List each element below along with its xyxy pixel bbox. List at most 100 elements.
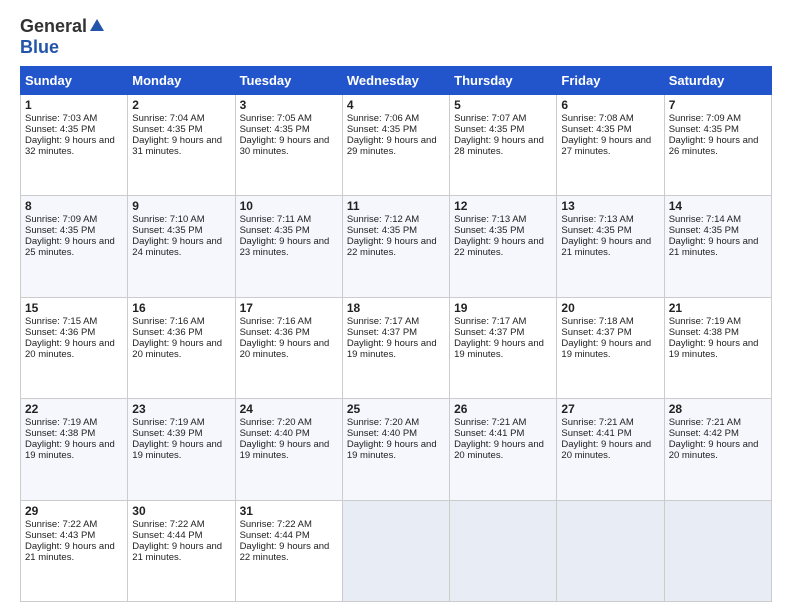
- daylight-label: Daylight: 9 hours and 25 minutes.: [25, 236, 115, 258]
- calendar-cell: 7Sunrise: 7:09 AMSunset: 4:35 PMDaylight…: [664, 95, 771, 196]
- daylight-label: Daylight: 9 hours and 19 minutes.: [25, 439, 115, 461]
- logo-icon: [88, 17, 106, 35]
- daylight-label: Daylight: 9 hours and 20 minutes.: [240, 338, 330, 360]
- calendar-cell: 18Sunrise: 7:17 AMSunset: 4:37 PMDayligh…: [342, 297, 449, 398]
- day-number: 12: [454, 199, 552, 213]
- week-row-1: 1Sunrise: 7:03 AMSunset: 4:35 PMDaylight…: [21, 95, 772, 196]
- day-number: 22: [25, 402, 123, 416]
- daylight-label: Daylight: 9 hours and 19 minutes.: [454, 338, 544, 360]
- sunset-label: Sunset: 4:37 PM: [561, 327, 631, 338]
- sunrise-label: Sunrise: 7:13 AM: [454, 214, 526, 225]
- calendar-cell: 15Sunrise: 7:15 AMSunset: 4:36 PMDayligh…: [21, 297, 128, 398]
- calendar-cell: 31Sunrise: 7:22 AMSunset: 4:44 PMDayligh…: [235, 500, 342, 601]
- day-number: 17: [240, 301, 338, 315]
- day-number: 10: [240, 199, 338, 213]
- sunset-label: Sunset: 4:36 PM: [132, 327, 202, 338]
- sunset-label: Sunset: 4:35 PM: [240, 225, 310, 236]
- sunset-label: Sunset: 4:35 PM: [454, 225, 524, 236]
- daylight-label: Daylight: 9 hours and 30 minutes.: [240, 135, 330, 157]
- sunrise-label: Sunrise: 7:21 AM: [454, 417, 526, 428]
- sunset-label: Sunset: 4:38 PM: [669, 327, 739, 338]
- day-number: 5: [454, 98, 552, 112]
- daylight-label: Daylight: 9 hours and 21 minutes.: [132, 541, 222, 563]
- daylight-label: Daylight: 9 hours and 28 minutes.: [454, 135, 544, 157]
- sunrise-label: Sunrise: 7:19 AM: [669, 316, 741, 327]
- day-number: 31: [240, 504, 338, 518]
- sunset-label: Sunset: 4:35 PM: [669, 124, 739, 135]
- daylight-label: Daylight: 9 hours and 19 minutes.: [347, 338, 437, 360]
- week-row-4: 22Sunrise: 7:19 AMSunset: 4:38 PMDayligh…: [21, 399, 772, 500]
- day-number: 24: [240, 402, 338, 416]
- daylight-label: Daylight: 9 hours and 21 minutes.: [669, 236, 759, 258]
- daylight-label: Daylight: 9 hours and 22 minutes.: [240, 541, 330, 563]
- daylight-label: Daylight: 9 hours and 29 minutes.: [347, 135, 437, 157]
- calendar-cell: 25Sunrise: 7:20 AMSunset: 4:40 PMDayligh…: [342, 399, 449, 500]
- sunrise-label: Sunrise: 7:08 AM: [561, 113, 633, 124]
- day-header-tuesday: Tuesday: [235, 67, 342, 95]
- daylight-label: Daylight: 9 hours and 23 minutes.: [240, 236, 330, 258]
- sunrise-label: Sunrise: 7:03 AM: [25, 113, 97, 124]
- daylight-label: Daylight: 9 hours and 21 minutes.: [561, 236, 651, 258]
- calendar-cell: 12Sunrise: 7:13 AMSunset: 4:35 PMDayligh…: [450, 196, 557, 297]
- daylight-label: Daylight: 9 hours and 19 minutes.: [240, 439, 330, 461]
- sunset-label: Sunset: 4:41 PM: [454, 428, 524, 439]
- sunrise-label: Sunrise: 7:19 AM: [132, 417, 204, 428]
- sunset-label: Sunset: 4:36 PM: [240, 327, 310, 338]
- calendar-cell: 1Sunrise: 7:03 AMSunset: 4:35 PMDaylight…: [21, 95, 128, 196]
- sunset-label: Sunset: 4:35 PM: [561, 124, 631, 135]
- day-number: 2: [132, 98, 230, 112]
- logo-general: General: [20, 16, 87, 37]
- sunset-label: Sunset: 4:35 PM: [347, 124, 417, 135]
- calendar-cell: 27Sunrise: 7:21 AMSunset: 4:41 PMDayligh…: [557, 399, 664, 500]
- day-number: 8: [25, 199, 123, 213]
- calendar-cell: 14Sunrise: 7:14 AMSunset: 4:35 PMDayligh…: [664, 196, 771, 297]
- week-row-5: 29Sunrise: 7:22 AMSunset: 4:43 PMDayligh…: [21, 500, 772, 601]
- daylight-label: Daylight: 9 hours and 20 minutes.: [132, 338, 222, 360]
- sunrise-label: Sunrise: 7:21 AM: [669, 417, 741, 428]
- daylight-label: Daylight: 9 hours and 19 minutes.: [132, 439, 222, 461]
- sunrise-label: Sunrise: 7:09 AM: [25, 214, 97, 225]
- calendar-cell: 24Sunrise: 7:20 AMSunset: 4:40 PMDayligh…: [235, 399, 342, 500]
- calendar-cell: 2Sunrise: 7:04 AMSunset: 4:35 PMDaylight…: [128, 95, 235, 196]
- daylight-label: Daylight: 9 hours and 19 minutes.: [561, 338, 651, 360]
- sunset-label: Sunset: 4:35 PM: [132, 124, 202, 135]
- day-number: 23: [132, 402, 230, 416]
- day-number: 1: [25, 98, 123, 112]
- calendar-cell: 10Sunrise: 7:11 AMSunset: 4:35 PMDayligh…: [235, 196, 342, 297]
- sunrise-label: Sunrise: 7:18 AM: [561, 316, 633, 327]
- calendar-cell: 21Sunrise: 7:19 AMSunset: 4:38 PMDayligh…: [664, 297, 771, 398]
- day-number: 25: [347, 402, 445, 416]
- day-header-monday: Monday: [128, 67, 235, 95]
- day-number: 21: [669, 301, 767, 315]
- sunset-label: Sunset: 4:44 PM: [240, 530, 310, 541]
- sunset-label: Sunset: 4:35 PM: [132, 225, 202, 236]
- calendar-cell: 9Sunrise: 7:10 AMSunset: 4:35 PMDaylight…: [128, 196, 235, 297]
- calendar-cell: 26Sunrise: 7:21 AMSunset: 4:41 PMDayligh…: [450, 399, 557, 500]
- calendar-cell: 17Sunrise: 7:16 AMSunset: 4:36 PMDayligh…: [235, 297, 342, 398]
- day-number: 7: [669, 98, 767, 112]
- daylight-label: Daylight: 9 hours and 19 minutes.: [347, 439, 437, 461]
- calendar-cell: 20Sunrise: 7:18 AMSunset: 4:37 PMDayligh…: [557, 297, 664, 398]
- sunrise-label: Sunrise: 7:12 AM: [347, 214, 419, 225]
- sunrise-label: Sunrise: 7:20 AM: [240, 417, 312, 428]
- calendar-cell: 30Sunrise: 7:22 AMSunset: 4:44 PMDayligh…: [128, 500, 235, 601]
- calendar-cell: 13Sunrise: 7:13 AMSunset: 4:35 PMDayligh…: [557, 196, 664, 297]
- sunset-label: Sunset: 4:37 PM: [347, 327, 417, 338]
- sunrise-label: Sunrise: 7:04 AM: [132, 113, 204, 124]
- day-number: 11: [347, 199, 445, 213]
- sunrise-label: Sunrise: 7:22 AM: [25, 519, 97, 530]
- calendar-cell: 5Sunrise: 7:07 AMSunset: 4:35 PMDaylight…: [450, 95, 557, 196]
- day-number: 20: [561, 301, 659, 315]
- sunrise-label: Sunrise: 7:13 AM: [561, 214, 633, 225]
- day-number: 30: [132, 504, 230, 518]
- daylight-label: Daylight: 9 hours and 20 minutes.: [25, 338, 115, 360]
- calendar-cell: 6Sunrise: 7:08 AMSunset: 4:35 PMDaylight…: [557, 95, 664, 196]
- calendar-cell: 29Sunrise: 7:22 AMSunset: 4:43 PMDayligh…: [21, 500, 128, 601]
- sunrise-label: Sunrise: 7:10 AM: [132, 214, 204, 225]
- sunset-label: Sunset: 4:39 PM: [132, 428, 202, 439]
- day-number: 13: [561, 199, 659, 213]
- sunrise-label: Sunrise: 7:15 AM: [25, 316, 97, 327]
- sunrise-label: Sunrise: 7:14 AM: [669, 214, 741, 225]
- sunrise-label: Sunrise: 7:22 AM: [240, 519, 312, 530]
- daylight-label: Daylight: 9 hours and 20 minutes.: [454, 439, 544, 461]
